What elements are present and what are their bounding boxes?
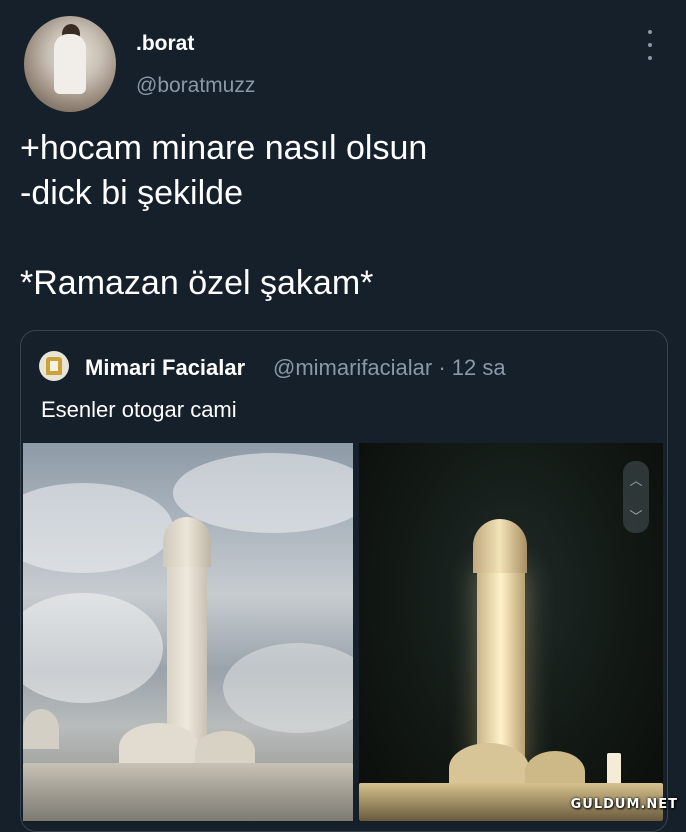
quoted-handle-time: @mimarifacialar · 12 sa xyxy=(273,355,506,380)
scroll-handle[interactable]: ︿ ﹀ xyxy=(623,461,649,533)
more-options-icon[interactable] xyxy=(640,30,660,60)
photo-daytime-minaret[interactable] xyxy=(23,443,353,821)
display-name[interactable]: .borat xyxy=(136,32,194,56)
quoted-tweet[interactable]: Mimari Facialar @mimarifacialar · 12 sa … xyxy=(20,330,668,832)
tweet-text: +hocam minare nasıl olsun -dick bi şekil… xyxy=(20,129,428,302)
chevron-down-icon[interactable]: ﹀ xyxy=(629,506,642,525)
avatar[interactable] xyxy=(24,16,116,112)
quoted-tweet-text: Esenler otogar cami xyxy=(41,397,237,422)
photo-night-minaret[interactable]: ︿ ﹀ xyxy=(359,443,663,821)
quoted-avatar[interactable] xyxy=(39,351,69,381)
watermark-logo: GULDUM.NET xyxy=(570,797,678,812)
user-handle[interactable]: @boratmuzz xyxy=(136,74,255,98)
chevron-up-icon[interactable]: ︿ xyxy=(629,470,642,489)
quoted-display-name[interactable]: Mimari Facialar xyxy=(85,355,245,381)
